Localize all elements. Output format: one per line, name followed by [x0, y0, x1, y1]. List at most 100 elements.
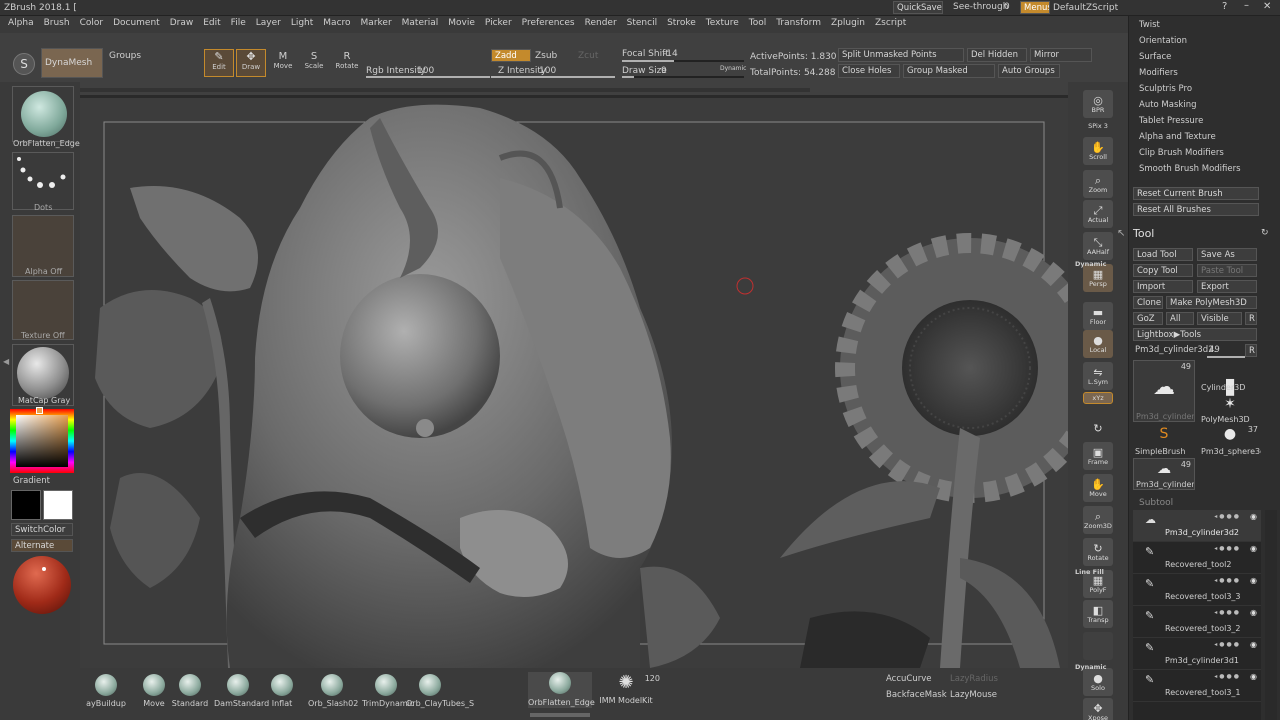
linefill-label[interactable]: Line Fill	[1075, 568, 1104, 576]
menu-picker[interactable]: Picker	[480, 16, 517, 28]
subtool-visibility-icon[interactable]: ◉	[1250, 576, 1257, 585]
subtool-item[interactable]: ✎ ◉ ◂●●● Recovered_tool2	[1133, 542, 1261, 574]
move-button[interactable]: ✋ Move	[1083, 474, 1113, 502]
menu-stroke[interactable]: Stroke	[662, 16, 701, 28]
close-holes-button[interactable]: Close Holes	[838, 64, 900, 78]
z-intensity-slider[interactable]	[491, 76, 615, 78]
brush-menu-surface[interactable]: Surface	[1139, 52, 1279, 68]
menu-brush[interactable]: Brush	[39, 16, 75, 28]
brush-menu-tablet-pressure[interactable]: Tablet Pressure	[1139, 116, 1279, 132]
subtool-options-icon[interactable]: ◂●●●	[1214, 673, 1241, 680]
zcut-button[interactable]: Zcut	[578, 51, 598, 61]
brush-menu-modifiers[interactable]: Modifiers	[1139, 68, 1279, 84]
subtool-visibility-icon[interactable]: ◉	[1250, 672, 1257, 681]
clone-button[interactable]: Clone	[1133, 296, 1163, 309]
goz-visible-button[interactable]: Visible	[1197, 312, 1242, 325]
brush-menu-clip-brush-modifiers[interactable]: Clip Brush Modifiers	[1139, 148, 1279, 164]
zoom-button[interactable]: ⌕ Zoom	[1083, 170, 1113, 198]
menu-edit[interactable]: Edit	[198, 16, 225, 28]
menu-alpha[interactable]: Alpha	[0, 16, 39, 28]
subtool-options-icon[interactable]: ◂●●●	[1214, 545, 1241, 552]
groups-label[interactable]: Groups	[109, 51, 141, 61]
menu-layer[interactable]: Layer	[251, 16, 286, 28]
load-tool-button[interactable]: Load Tool	[1133, 248, 1193, 261]
red-material-sphere-icon[interactable]	[13, 556, 71, 614]
backfacemask-toggle[interactable]: BackfaceMask	[886, 690, 947, 700]
draw-size-slider[interactable]	[622, 76, 744, 78]
hue-marker-icon[interactable]	[36, 407, 43, 414]
tool-palette-title[interactable]: Tool	[1133, 227, 1154, 240]
see-through-value[interactable]: 0	[1004, 2, 1010, 12]
aahalf-button[interactable]: ⤡ AAHalf	[1083, 232, 1113, 260]
transp-button[interactable]: ◧ Transp	[1083, 600, 1113, 628]
menu-transform[interactable]: Transform	[771, 16, 826, 28]
make-polymesh3d-button[interactable]: Make PolyMesh3D	[1166, 296, 1257, 309]
brush-thumbnail[interactable]	[12, 86, 74, 142]
minimize-icon[interactable]: –	[1244, 0, 1249, 11]
export-button[interactable]: Export	[1197, 280, 1257, 293]
bottom-scrollbar[interactable]	[530, 713, 590, 717]
bottom-brush-aybuildup[interactable]: ayBuildup	[82, 674, 130, 716]
goz-button[interactable]: GoZ	[1133, 312, 1163, 325]
menu-preferences[interactable]: Preferences	[517, 16, 580, 28]
tool-thumb-pm3d_cylinder3d[interactable]: ☁Pm3d_cylinder3d49	[1133, 458, 1195, 490]
paste-tool-button[interactable]: Paste Tool	[1197, 264, 1257, 277]
brush-menu-alpha-and-texture[interactable]: Alpha and Texture	[1139, 132, 1279, 148]
dynamic2-label[interactable]: Dynamic	[1075, 663, 1107, 671]
bottom-brush-inflat[interactable]: Inflat	[258, 674, 306, 716]
copy-tool-button[interactable]: Copy Tool	[1133, 264, 1193, 277]
reset-current-brush-button[interactable]: Reset Current Brush	[1133, 187, 1259, 200]
menu-color[interactable]: Color	[75, 16, 109, 28]
primary-color-swatch[interactable]	[43, 490, 73, 520]
scale-button[interactable]: S Scale	[301, 51, 327, 77]
auto-groups-button[interactable]: Auto Groups	[998, 64, 1060, 78]
bottom-brush-orb_slash02[interactable]: Orb_Slash02	[308, 674, 358, 716]
edit-button[interactable]: ✎ Edit	[204, 49, 234, 77]
menu-light[interactable]: Light	[286, 16, 318, 28]
menu-zplugin[interactable]: Zplugin	[826, 16, 870, 28]
tool-collapse-icon[interactable]: ↖	[1117, 228, 1125, 239]
local-button[interactable]: ● Local	[1083, 330, 1113, 358]
imm-modelkit-slot[interactable]: ✺ IMM ModelKit 120	[596, 672, 660, 708]
shelf-scrollbar[interactable]	[80, 88, 810, 92]
menu-material[interactable]: Material	[397, 16, 444, 28]
alternate-button[interactable]: Alternate	[11, 539, 73, 552]
lightbox-logo-icon[interactable]: S	[13, 53, 35, 75]
default-zscript-button[interactable]: DefaultZScript	[1053, 3, 1118, 13]
subtool-scrollbar[interactable]	[1265, 510, 1277, 720]
color-picker[interactable]	[10, 407, 74, 473]
dynamic-toggle[interactable]: Dynamic	[720, 65, 746, 72]
subtool-options-icon[interactable]: ◂●●●	[1214, 609, 1241, 616]
dynamesh-button[interactable]: DynaMesh	[41, 48, 103, 78]
scroll-button[interactable]: ✋ Scroll	[1083, 137, 1113, 165]
menu-texture[interactable]: Texture	[701, 16, 744, 28]
menu-render[interactable]: Render	[580, 16, 622, 28]
mirror-button[interactable]: Mirror	[1030, 48, 1092, 62]
lazyradius-toggle[interactable]: LazyRadius	[950, 674, 998, 684]
brush-menu-auto-masking[interactable]: Auto Masking	[1139, 100, 1279, 116]
menu-macro[interactable]: Macro	[318, 16, 355, 28]
del-hidden-button[interactable]: Del Hidden	[967, 48, 1027, 62]
tool-thumb-pm3d_sphere3d[interactable]: ● Pm3d_sphere3d 37	[1199, 424, 1261, 456]
tool-count-slider[interactable]	[1207, 356, 1245, 358]
subtool-visibility-icon[interactable]: ◉	[1250, 640, 1257, 649]
subtool-options-icon[interactable]: ◂●●●	[1214, 641, 1241, 648]
menu-draw[interactable]: Draw	[165, 16, 199, 28]
rot-button[interactable]: ↻	[1083, 420, 1113, 436]
tool-thumb-pm3d_cylinder3d[interactable]: ☁Pm3d_cylinder3d49	[1133, 360, 1195, 422]
switch-color-button[interactable]: SwitchColor	[11, 523, 73, 536]
lsym-button[interactable]: ⇋ L.Sym	[1083, 362, 1113, 390]
rgb-intensity-slider[interactable]	[366, 76, 490, 78]
accucurve-toggle[interactable]: AccuCurve	[886, 674, 931, 684]
left-collapse-icon[interactable]: ◀	[3, 357, 9, 371]
current-brush-slot[interactable]: OrbFlatten_Edge	[528, 672, 595, 708]
subtool-options-icon[interactable]: ◂●●●	[1214, 577, 1241, 584]
brush-menu-orientation[interactable]: Orientation	[1139, 36, 1279, 52]
ghost-button[interactable]	[1083, 632, 1113, 660]
group-masked-button[interactable]: Group Masked	[903, 64, 995, 78]
bpr-button[interactable]: ◎ BPR	[1083, 90, 1113, 118]
actual-button[interactable]: ⤢ Actual	[1083, 200, 1113, 228]
gradient-label[interactable]: Gradient	[13, 476, 50, 486]
menu-document[interactable]: Document	[108, 16, 165, 28]
subtool-visibility-icon[interactable]: ◉	[1250, 544, 1257, 553]
